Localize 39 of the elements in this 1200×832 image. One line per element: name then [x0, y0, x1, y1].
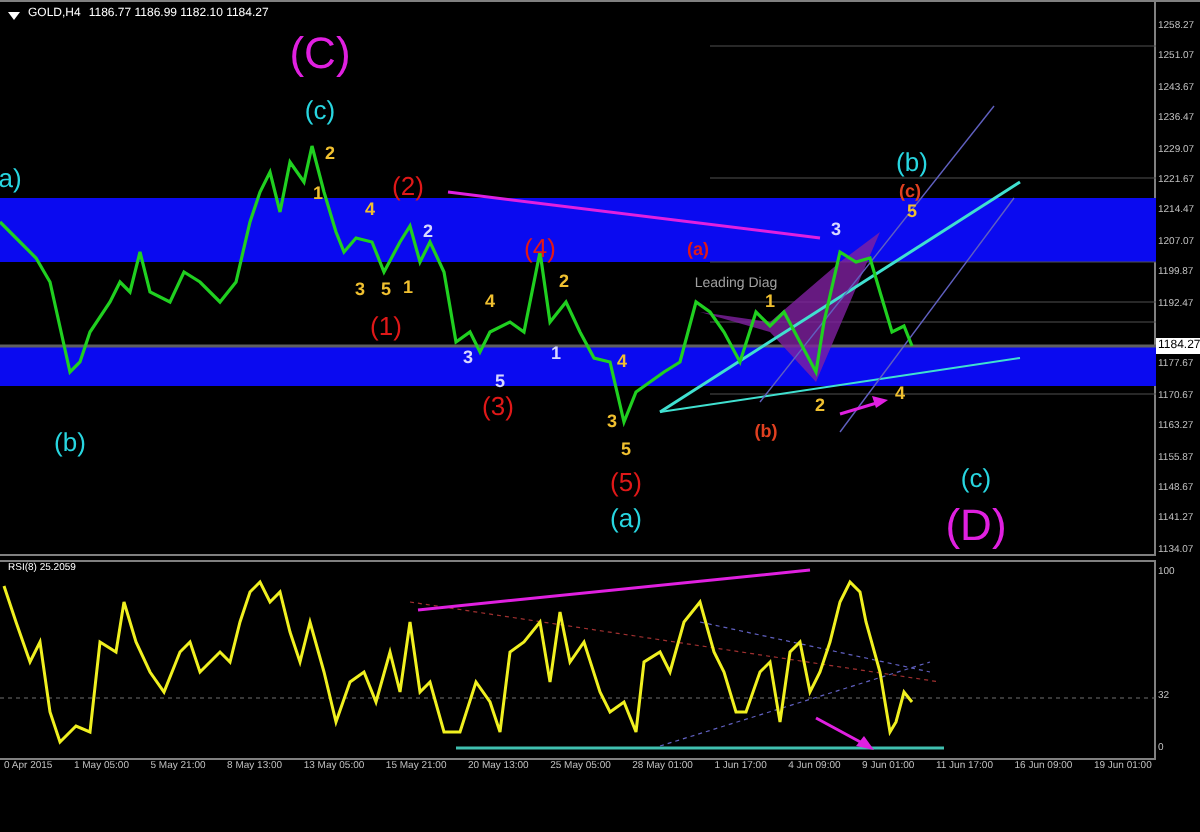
wave-label: 4	[895, 385, 905, 403]
wave-label: (c)	[899, 183, 921, 201]
wave-label: 4	[365, 201, 375, 219]
wave-label: (a)	[610, 505, 642, 531]
wave-label: (b)	[754, 423, 778, 441]
wave-label: 5	[381, 281, 391, 299]
wave-label: 4	[617, 353, 627, 371]
wave-label: 4	[485, 293, 495, 311]
wave-label: a)	[0, 165, 22, 191]
wave-label: 5	[495, 373, 505, 391]
wave-label: 5	[621, 441, 631, 459]
wave-label: (2)	[392, 173, 424, 199]
wave-label: 1	[313, 185, 323, 203]
wave-label: (D)	[945, 504, 1007, 548]
wave-label: 1	[765, 293, 775, 311]
collapse-icon[interactable]	[8, 11, 20, 19]
wave-label: 2	[559, 273, 569, 291]
wave-label: (4)	[524, 235, 556, 261]
wave-label: 2	[325, 145, 335, 163]
arrow-icon	[839, 396, 888, 416]
wave-label: (c)	[960, 465, 992, 491]
wave-label: (a)	[687, 241, 709, 259]
wave-label: (c)	[304, 97, 336, 123]
arrow-icon	[815, 716, 874, 750]
wave-label: 2	[423, 223, 433, 241]
wave-label: (1)	[370, 313, 402, 339]
wave-label: 1	[551, 345, 561, 363]
wave-label: 3	[355, 281, 365, 299]
wave-label: (3)	[482, 393, 514, 419]
wave-label: (5)	[610, 469, 642, 495]
wave-label: 2	[815, 397, 825, 415]
wave-label: 5	[907, 203, 917, 221]
wave-label: (b)	[54, 429, 86, 455]
wave-label: 3	[831, 221, 841, 239]
wave-label: (C)	[289, 32, 351, 76]
wave-label: 3	[607, 413, 617, 431]
wave-label: (b)	[896, 149, 928, 175]
wave-label: 1	[403, 279, 413, 297]
wave-label: 3	[463, 349, 473, 367]
